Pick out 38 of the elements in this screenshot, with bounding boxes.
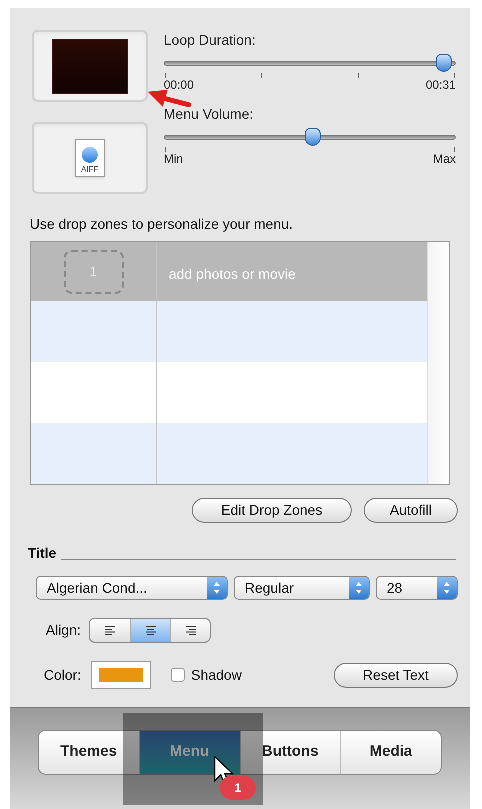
max-label: Max — [433, 152, 456, 166]
stepper-arrows-icon — [207, 577, 227, 599]
edit-drop-zones-button[interactable]: Edit Drop Zones — [192, 498, 352, 523]
align-left-icon — [105, 626, 116, 636]
align-center-icon — [146, 626, 156, 636]
tab[interactable]: Buttons — [240, 731, 340, 774]
autofill-button[interactable]: Autofill — [364, 498, 458, 523]
min-label: 00:00 — [164, 78, 194, 92]
tab[interactable]: Themes — [39, 731, 139, 774]
slider-track[interactable] — [164, 54, 456, 73]
shadow-checkbox[interactable] — [171, 668, 186, 682]
slider-track[interactable] — [164, 128, 456, 147]
size-popup[interactable]: 28 — [376, 576, 458, 600]
slider-label: Menu Volume: — [164, 105, 254, 124]
slider-thumb[interactable] — [304, 128, 321, 146]
color-label: Color: — [44, 666, 82, 684]
stepper-arrows-icon — [349, 577, 369, 599]
pointer-arrow — [146, 88, 192, 108]
reset-text-button[interactable]: Reset Text — [334, 662, 458, 688]
audio-file-icon: AIFF — [75, 139, 105, 177]
slider-thumb[interactable] — [436, 54, 452, 72]
max-label: 00:31 — [426, 78, 456, 92]
drop-zone-text: add photos or movie — [169, 265, 296, 284]
media-well[interactable] — [32, 30, 148, 102]
section-heading: Title — [28, 544, 57, 563]
align-label: Align: — [46, 621, 82, 640]
stepper-arrows-icon — [437, 577, 457, 599]
drop-zones-hint: Use drop zones to personalize your menu. — [30, 215, 294, 234]
align-segment[interactable] — [130, 619, 170, 642]
color-well[interactable] — [91, 661, 152, 689]
shadow-label: Shadow — [191, 666, 242, 684]
style-popup[interactable]: Regular — [234, 576, 370, 600]
tab[interactable]: Media — [340, 731, 441, 774]
font-popup[interactable]: Algerian Cond... — [36, 576, 228, 600]
align-right-icon — [186, 626, 196, 636]
slider-label: Loop Duration: — [164, 31, 257, 50]
media-well[interactable]: AIFF — [32, 122, 148, 194]
min-label: Min — [164, 152, 184, 166]
